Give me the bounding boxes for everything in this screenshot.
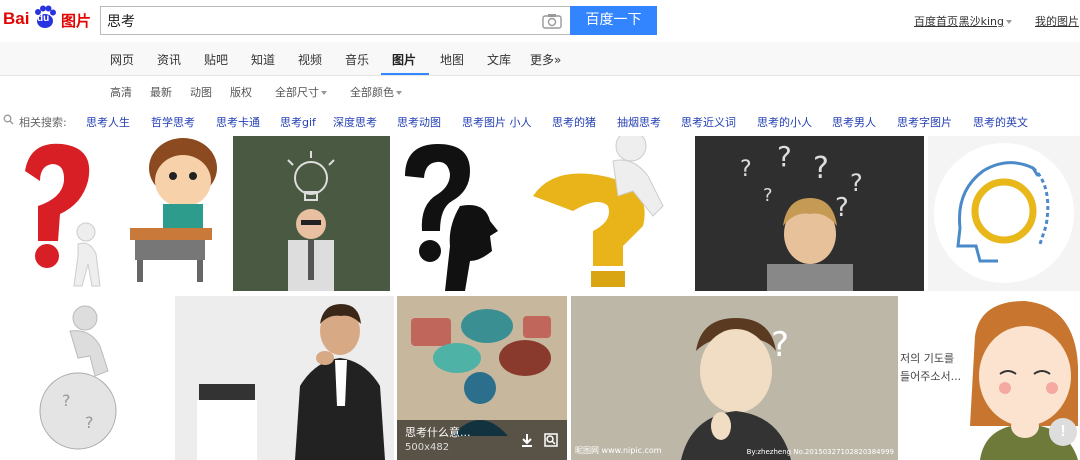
tab-map[interactable]: 地图 [440,51,464,68]
figure-on-question-ball: ? ? [39,305,117,450]
chevron-down-icon [396,91,402,95]
related-link[interactable]: 思考gif [280,114,316,130]
related-link[interactable]: 思考的英文 [973,114,1028,130]
question-mark-head-silhouette [405,144,498,291]
user-name: 黑沙king [958,15,1004,28]
related-link[interactable]: 思考近义词 [681,114,736,130]
tab-web[interactable]: 网页 [110,51,134,68]
search-input[interactable] [107,11,527,31]
tab-news[interactable]: 资讯 [157,51,181,68]
related-label: 相关搜索: [19,116,67,129]
related-link[interactable]: 思考图片 小人 [462,114,532,130]
sketched-boy-with-question-mark: ? [571,296,898,460]
image-result[interactable] [233,136,390,291]
tab-tieba[interactable]: 贴吧 [204,51,228,68]
boy-with-lightbulb-chalkboard [233,136,390,291]
boy-with-question-marks-chalkboard: ? ? ? ? ? ? [695,136,924,291]
zoom-icon[interactable] [543,432,559,448]
svg-text:?: ? [85,413,94,432]
related-link[interactable]: 思考字图片 [897,114,952,130]
svg-text:?: ? [813,151,829,186]
tab-more[interactable]: 更多» [530,51,561,68]
tab-nav: 网页 资讯 贴吧 知道 视频 音乐 图片 地图 文库 更多» [0,42,1080,76]
businessman-thinking [175,296,394,460]
filter-row: 高清 最新 动图 版权 全部尺寸 全部颜色 [0,77,1080,103]
related-link[interactable]: 哲学思考 [151,114,195,130]
figure-on-gold-question-mark [533,136,664,287]
active-tab-indicator [381,73,429,75]
filter-size[interactable]: 全部尺寸 [275,84,327,100]
filter-hd[interactable]: 高清 [110,84,132,100]
image-result[interactable] [125,136,231,291]
filter-color-label: 全部颜色 [350,86,394,99]
download-icon[interactable] [519,432,535,448]
watermark-id: By:zhezheng No.20150327102820384999 [746,448,894,456]
chevron-down-icon [1006,20,1012,24]
image-title: 思考什么意... [405,426,471,439]
image-result[interactable] [0,136,125,291]
chevron-down-icon [321,91,327,95]
image-hover-overlay: 思考什么意... 500x482 [397,420,567,460]
watermark-text: 昵图网 www.nipic.com [575,446,662,455]
tab-video[interactable]: 视频 [298,51,322,68]
korean-line: 들어주소서... [900,370,962,383]
image-result[interactable] [390,136,512,291]
image-size: 500x482 [405,442,450,453]
related-link[interactable]: 思考卡通 [216,114,260,130]
search-box [100,6,570,35]
top-bar: Bai du 图片 百度一下 百度首页 黑沙king 我的图片 [0,0,1080,42]
head-with-lightbulb-circle [934,143,1074,283]
logo-bai-text: Bai [3,9,30,28]
search-button[interactable]: 百度一下 [570,6,657,35]
logo-du-text: du [37,13,50,24]
search-icon [3,114,14,125]
image-result[interactable] [175,296,394,460]
related-link[interactable]: 深度思考 [333,114,377,130]
filter-size-label: 全部尺寸 [275,86,319,99]
tab-images[interactable]: 图片 [392,51,416,68]
user-menu[interactable]: 黑沙king [959,13,1012,29]
image-result[interactable]: ? 昵图网 www.nipic.com By:zhezheng No.20150… [571,296,898,460]
red-question-mark-figure [25,143,101,287]
image-result[interactable] [513,136,694,291]
image-result[interactable]: ? ? [0,296,171,460]
my-images-link[interactable]: 我的图片 [1035,13,1079,29]
svg-text:?: ? [62,391,71,410]
related-link[interactable]: 思考动图 [397,114,441,130]
image-result-hovered[interactable]: 思考什么意... 500x482 [397,296,567,460]
baidu-home-link[interactable]: 百度首页 [914,13,958,29]
korean-caption: 저의 기도를 들어주소서... [900,350,961,386]
baidu-logo[interactable]: Bai du 图片 [3,3,95,33]
svg-text:?: ? [763,185,773,206]
svg-text:?: ? [740,157,752,182]
filter-animated[interactable]: 动图 [190,84,212,100]
image-result[interactable] [928,136,1080,291]
camera-icon[interactable] [542,13,562,29]
related-link[interactable]: 思考的小人 [757,114,812,130]
cartoon-boy-at-desk [130,138,217,282]
related-link[interactable]: 思考的猪 [552,114,596,130]
tab-music[interactable]: 音乐 [345,51,369,68]
filter-latest[interactable]: 最新 [150,84,172,100]
tab-wenku[interactable]: 文库 [487,51,511,68]
filter-color[interactable]: 全部颜色 [350,84,402,100]
related-searches: 相关搜索: 思考人生 哲学思考 思考卡通 思考gif 深度思考 思考动图 思考图… [0,106,1080,134]
logo-image-text: 图片 [61,13,92,30]
related-link[interactable]: 思考男人 [832,114,876,130]
related-link[interactable]: 思考人生 [86,114,130,130]
related-link[interactable]: 抽烟思考 [617,114,661,130]
image-result[interactable]: ? ? ? ? ? ? [695,136,924,291]
filter-copyright[interactable]: 版权 [230,84,252,100]
svg-text:?: ? [850,169,863,197]
svg-text:?: ? [777,140,792,173]
svg-text:?: ? [835,193,849,223]
korean-line: 저의 기도를 [900,352,955,365]
tab-zhidao[interactable]: 知道 [251,51,275,68]
feedback-button[interactable]: ! [1049,418,1077,446]
